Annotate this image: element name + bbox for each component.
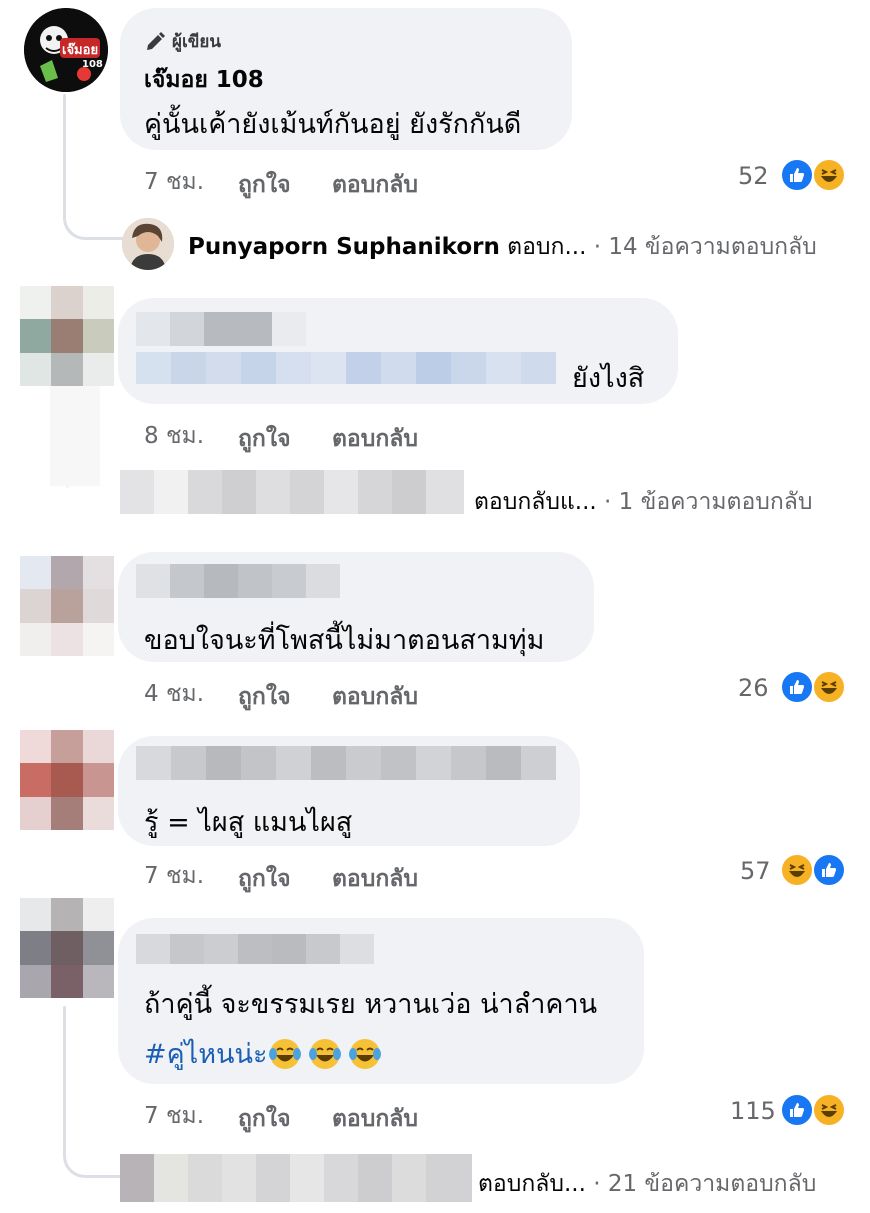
haha-reaction-icon[interactable] xyxy=(780,853,814,887)
reply-button[interactable]: ตอบกลับ xyxy=(332,167,418,203)
reply-button[interactable]: ตอบกลับ xyxy=(332,861,418,897)
comment-text: รู้ = ไผสู แมนไผสู xyxy=(144,807,353,838)
comment-text: ยังไงสิ xyxy=(572,363,645,394)
comment-text: ถ้าคู่นี้ จะขรรมเรย หวานเว่อ น่าลำคาน xyxy=(144,989,598,1020)
like-reaction-icon[interactable] xyxy=(780,158,814,192)
hashtag-text[interactable]: #คู่ไหนน่ะ xyxy=(144,1032,267,1075)
avatar-text: เจ๊มอย xyxy=(62,43,99,58)
redacted-name xyxy=(136,564,340,598)
comment-time[interactable]: 7 ชม. xyxy=(144,164,204,200)
reply-summary[interactable]: Punyaporn Suphanikorn ตอบก... · 14 ข้อคว… xyxy=(188,229,817,265)
reply-summary[interactable]: ตอบกลับแ... · 1 ข้อความตอบกลับ xyxy=(474,484,813,520)
redacted-name xyxy=(136,312,306,346)
like-reaction-icon[interactable] xyxy=(780,670,814,704)
comment-time[interactable]: 7 ชม. xyxy=(144,1098,204,1134)
thread-line xyxy=(63,94,66,204)
commenter-avatar-pixelated[interactable] xyxy=(20,730,114,830)
reply-count[interactable]: · 1 ข้อความตอบกลับ xyxy=(604,489,812,515)
haha-reaction-icon[interactable] xyxy=(812,670,846,704)
reply-count[interactable]: · 14 ข้อความตอบกลับ xyxy=(594,234,817,260)
reply-action[interactable]: ตอบกลับ... xyxy=(478,1171,586,1197)
redacted-reply-author xyxy=(120,470,464,514)
reaction-count[interactable]: 57 xyxy=(740,857,771,885)
reply-action[interactable]: ตอบกลับแ... xyxy=(474,489,597,515)
tears-of-joy-emoji xyxy=(269,1038,382,1069)
comment-time[interactable]: 7 ชม. xyxy=(144,858,204,894)
redacted-reply-author xyxy=(120,1154,472,1202)
redacted-text xyxy=(136,352,556,384)
haha-reaction-icon[interactable] xyxy=(812,1093,846,1127)
reply-button[interactable]: ตอบกลับ xyxy=(332,421,418,457)
hashtag-link[interactable]: #คู่ไหนน่ะ xyxy=(144,1032,387,1075)
like-button[interactable]: ถูกใจ xyxy=(238,167,291,203)
author-avatar[interactable]: เจ๊มอย 108 xyxy=(24,8,108,92)
like-button[interactable]: ถูกใจ xyxy=(238,861,291,897)
comment-author-name[interactable]: เจ๊มอย 108 xyxy=(144,62,264,98)
commenter-avatar-pixelated[interactable] xyxy=(20,286,114,386)
reaction-count[interactable]: 115 xyxy=(730,1097,776,1125)
like-reaction-icon[interactable] xyxy=(812,853,846,887)
redacted-name xyxy=(136,746,556,780)
pixelated-fill xyxy=(50,386,100,486)
author-badge: ผู้เขียน xyxy=(144,28,221,55)
thread-connector xyxy=(63,196,123,240)
thread-line xyxy=(63,1006,66,1146)
reply-count[interactable]: · 21 ข้อความตอบกลับ xyxy=(593,1171,816,1197)
reply-summary[interactable]: ตอบกลับ... · 21 ข้อความตอบกลับ xyxy=(478,1166,816,1202)
comment-time[interactable]: 8 ชม. xyxy=(144,418,204,454)
like-reaction-icon[interactable] xyxy=(780,1093,814,1127)
avatar-number: 108 xyxy=(82,59,103,70)
reply-author-name[interactable]: Punyaporn Suphanikorn xyxy=(188,234,500,260)
reaction-count[interactable]: 52 xyxy=(738,162,769,190)
author-badge-label: ผู้เขียน xyxy=(172,32,221,52)
comment-text: คู่นั้นเค้ายังเม้นท์กันอยู่ ยังรักกันดี xyxy=(144,109,522,140)
like-button[interactable]: ถูกใจ xyxy=(238,421,291,457)
commenter-avatar-pixelated[interactable] xyxy=(20,898,114,998)
comment-text: ขอบใจนะที่โพสนี้ไม่มาตอนสามทุ่ม xyxy=(144,625,545,656)
thread-connector xyxy=(63,1140,121,1178)
reply-avatar[interactable] xyxy=(122,218,174,270)
reaction-count[interactable]: 26 xyxy=(738,674,769,702)
like-button[interactable]: ถูกใจ xyxy=(238,679,291,715)
reply-button[interactable]: ตอบกลับ xyxy=(332,679,418,715)
pencil-icon xyxy=(147,31,165,50)
haha-reaction-icon[interactable] xyxy=(812,158,846,192)
like-button[interactable]: ถูกใจ xyxy=(238,1101,291,1137)
reply-button[interactable]: ตอบกลับ xyxy=(332,1101,418,1137)
redacted-name xyxy=(136,934,374,964)
commenter-avatar-pixelated[interactable] xyxy=(20,556,114,656)
comment-time[interactable]: 4 ชม. xyxy=(144,676,204,712)
reply-action[interactable]: ตอบก... xyxy=(507,234,586,260)
